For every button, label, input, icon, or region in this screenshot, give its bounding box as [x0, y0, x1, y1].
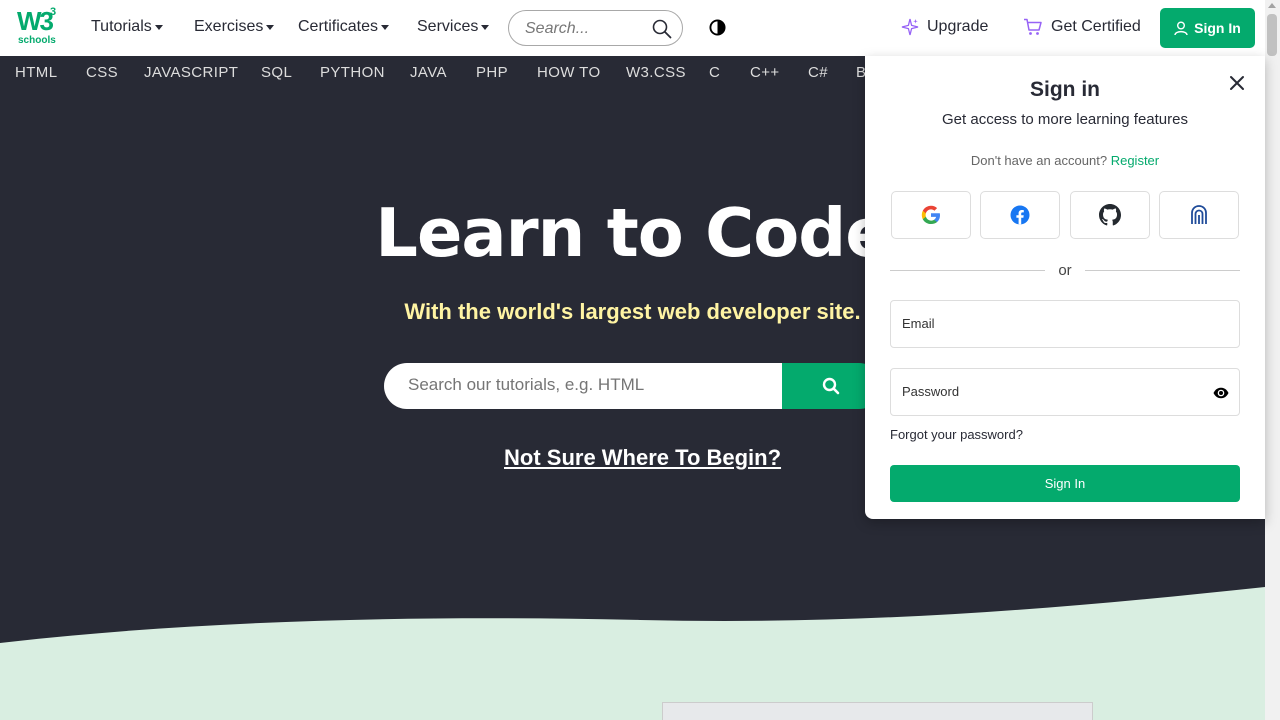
no-account-text: Don't have an account? [970, 153, 1108, 168]
show-password-eye-icon[interactable] [1213, 385, 1229, 401]
subnav-item[interactable]: SQL [261, 64, 292, 81]
page-scrollbar[interactable] [1265, 0, 1280, 720]
facebook-sign-in-button[interactable] [980, 191, 1060, 239]
tutorials-menu[interactable]: Tutorials [91, 18, 163, 36]
hero-search-input[interactable] [408, 375, 768, 395]
search-icon [822, 377, 840, 395]
top-navbar: W3 3 schools Tutorials Exercises Certifi… [0, 0, 1265, 56]
cart-icon [1024, 18, 1042, 35]
get-certified-label: Get Certified [1051, 18, 1141, 35]
google-sign-in-button[interactable] [891, 191, 971, 239]
github-sign-in-button[interactable] [1070, 191, 1150, 239]
logo-subtext: schools [18, 35, 56, 46]
hero-search-box [384, 363, 784, 409]
sign-in-label: Sign In [1194, 20, 1241, 36]
divider-line [1085, 270, 1240, 271]
user-icon [1174, 21, 1188, 35]
register-prompt: Don't have an account? Register [865, 152, 1265, 170]
caret-down-icon [154, 24, 163, 30]
sign-in-title: Sign in [1030, 78, 1100, 101]
sign-in-submit-button[interactable]: Sign In [890, 465, 1240, 502]
exercises-menu[interactable]: Exercises [194, 18, 275, 36]
sparkle-icon [901, 18, 919, 36]
password-input[interactable] [902, 384, 1192, 399]
caret-down-icon [381, 24, 390, 30]
subnav-item[interactable]: PYTHON [320, 64, 385, 81]
logo-text: W3 [17, 6, 54, 36]
facebook-icon [1010, 205, 1030, 225]
caret-down-icon [266, 24, 275, 30]
subnav-item[interactable]: JAVASCRIPT [144, 64, 238, 81]
sign-in-panel: Sign in Get access to more learning feat… [865, 56, 1265, 519]
upgrade-link[interactable]: Upgrade [901, 18, 988, 36]
passkey-icon [1191, 205, 1207, 224]
certificates-menu[interactable]: Certificates [298, 18, 390, 36]
github-icon [1099, 204, 1121, 226]
sign-in-subtitle: Get access to more learning features [942, 111, 1188, 128]
email-field [890, 300, 1240, 348]
register-link[interactable]: Register [1111, 153, 1159, 168]
get-certified-link[interactable]: Get Certified [1023, 18, 1141, 36]
forgot-password-link[interactable]: Forgot your password? [890, 427, 1023, 442]
scroll-up-arrow-icon[interactable] [1268, 3, 1276, 8]
certificates-label: Certificates [298, 18, 379, 35]
services-label: Services [417, 18, 479, 35]
services-menu[interactable]: Services [417, 18, 490, 36]
subnav-item[interactable]: C# [808, 64, 828, 81]
email-input[interactable] [902, 316, 1192, 331]
subnav-item[interactable]: CSS [86, 64, 118, 81]
subnav-item[interactable]: HTML [15, 64, 57, 81]
search-icon[interactable] [652, 19, 672, 39]
subnav-item[interactable]: C++ [750, 64, 780, 81]
subnav-item[interactable]: W3.CSS [626, 64, 686, 81]
passkey-sign-in-button[interactable] [1159, 191, 1239, 239]
dark-mode-toggle-icon[interactable] [709, 19, 726, 36]
subnav-item[interactable]: C [709, 64, 720, 81]
password-field [890, 368, 1240, 416]
or-divider: or [890, 261, 1240, 281]
caret-down-icon [481, 24, 490, 30]
subnav-item[interactable]: PHP [476, 64, 508, 81]
logo-superscript: 3 [50, 6, 57, 18]
w3schools-logo[interactable]: W3 3 schools [17, 6, 59, 48]
top-search [508, 10, 683, 46]
wave-divider [0, 587, 1265, 720]
subnav-item[interactable]: HOW TO [537, 64, 601, 81]
upgrade-label: Upgrade [927, 18, 989, 35]
code-example-box [662, 702, 1093, 720]
top-search-input[interactable] [525, 19, 645, 39]
exercises-label: Exercises [194, 18, 264, 35]
google-icon [921, 205, 940, 224]
tutorials-label: Tutorials [91, 18, 152, 35]
scroll-thumb[interactable] [1267, 14, 1277, 56]
not-sure-link[interactable]: Not Sure Where To Begin? [504, 445, 781, 471]
subnav-item[interactable]: JAVA [410, 64, 447, 81]
sign-in-button[interactable]: Sign In [1160, 8, 1255, 48]
